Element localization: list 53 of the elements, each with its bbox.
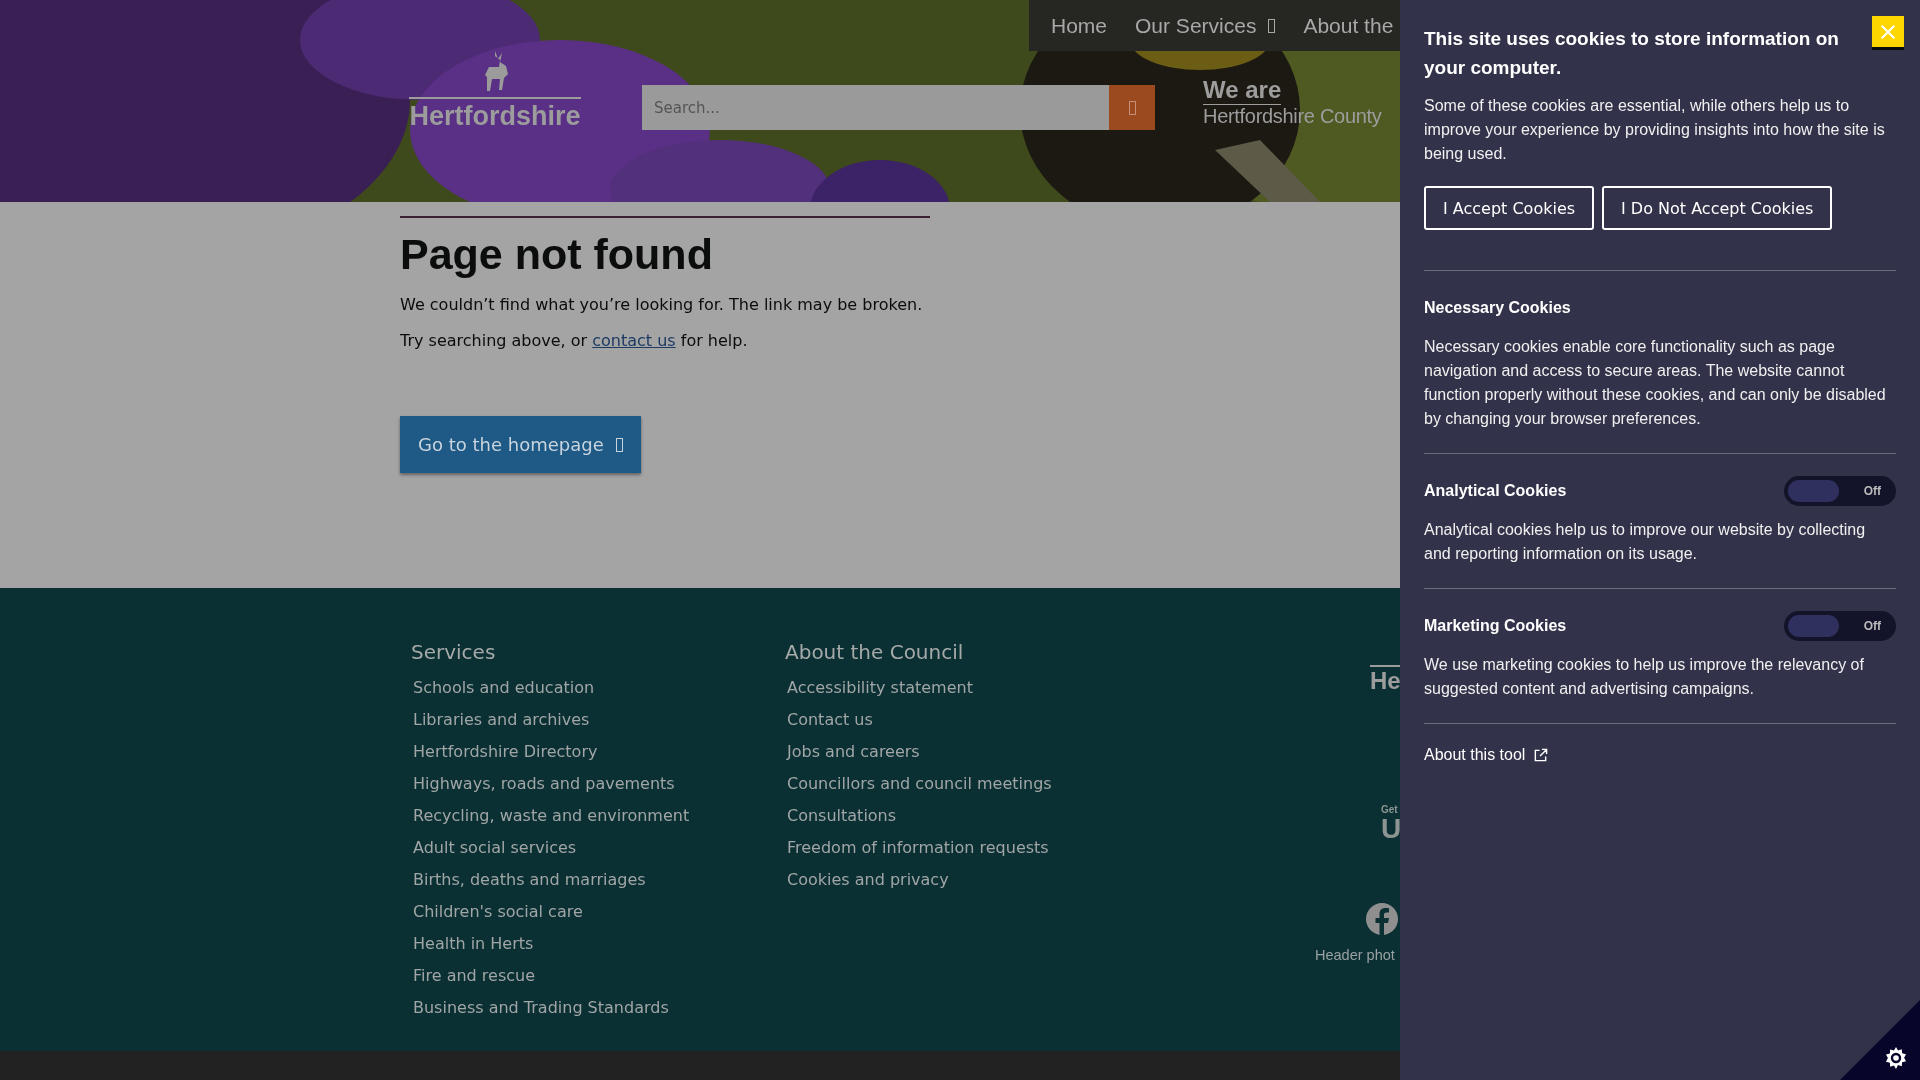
contact-link[interactable]: contact us	[592, 331, 676, 350]
nav-link[interactable]: Home	[1051, 13, 1108, 38]
cookie-button[interactable]: I Accept Cookies	[1424, 186, 1595, 230]
footer-link[interactable]: Adult social services	[413, 832, 785, 864]
panel-title: This site uses cookies to store information on your computer.	[1424, 27, 1840, 80]
settings-icon	[1884, 1046, 1908, 1070]
footer-link[interactable]: Contact us	[787, 704, 1315, 736]
help-text: Try searching above, or contact us for help.	[400, 331, 749, 350]
footer-link[interactable]: Cookies and privacy	[787, 864, 1315, 896]
close-button[interactable]	[1872, 16, 1904, 50]
external-link-icon	[1533, 747, 1549, 763]
nav-link[interactable]: Our Services	[1135, 13, 1276, 38]
footer-link[interactable]: Accessibility statement	[787, 672, 1315, 704]
footer-link[interactable]: Freedom of information requests	[787, 832, 1315, 864]
intro-text: Some of these cookies are essential, while others help us to improve your experience by providing insights into how the site is being used.	[1424, 96, 1886, 164]
footer-link[interactable]: Recycling, waste and environment	[413, 800, 785, 832]
footer-link[interactable]: Schools and education	[413, 672, 785, 704]
search-field[interactable]: Search...	[642, 85, 1109, 130]
footer-heading: About the Council	[785, 640, 965, 664]
section-text: We use marketing cookies to help us improve the relevancy of suggested content and advertising campaigns.	[1424, 655, 1865, 699]
footer-link[interactable]: Councillors and council meetings	[787, 768, 1315, 800]
facebook-icon[interactable]	[1366, 903, 1398, 935]
footer-link[interactable]: Libraries and archives	[413, 704, 785, 736]
about-link[interactable]: About this tool	[1424, 746, 1549, 764]
close-icon	[1879, 22, 1897, 41]
nav-link[interactable]: About the	[1303, 13, 1394, 38]
footer-link[interactable]: Consultations	[787, 800, 1315, 832]
footer-link[interactable]: Highways, roads and pavements	[413, 768, 785, 800]
homepage-button[interactable]: Go to the homepage	[400, 416, 641, 473]
cookie-button[interactable]: I Do Not Accept Cookies	[1602, 186, 1833, 230]
footer-link[interactable]: Business and Trading Standards	[413, 992, 785, 1024]
footer-link[interactable]: Children's social care	[413, 896, 785, 928]
footer-link[interactable]: Jobs and careers	[787, 736, 1315, 768]
footer-heading: Services	[411, 640, 497, 664]
section-title: Analytical Cookies	[1424, 482, 1567, 500]
toggle-switch[interactable]: Off	[1784, 611, 1896, 641]
message-text: We couldn’t find what you’re looking for. The link may be broken.	[400, 295, 924, 314]
footer-link[interactable]: Health in Herts	[413, 928, 785, 960]
footer-link[interactable]: Fire and rescue	[413, 960, 785, 992]
section-title: Marketing Cookies	[1424, 617, 1567, 635]
credit-text: Header phot	[1315, 947, 1395, 963]
tagline-text: We are	[1203, 76, 1282, 105]
footer-link[interactable]: Births, deaths and marriages	[413, 864, 785, 896]
toggle-switch[interactable]: Off	[1784, 476, 1896, 506]
logo-text: Hertfordshire	[409, 97, 581, 132]
footer-link[interactable]: Hertfordshire Directory	[413, 736, 785, 768]
app-logo-text: U	[1381, 815, 1402, 843]
section-text: Necessary cookies enable core functionality such as page navigation and access to secure areas. The website cannot function properly without these cookies, and can only be disabled by changing your browser preferences.	[1424, 337, 1887, 429]
tagline-text: Hertfordshire County	[1203, 105, 1382, 128]
app-logo-text: Get	[1381, 805, 1399, 815]
section-text: Analytical cookies help us to improve our website by collecting and reporting information on its usage.	[1424, 520, 1867, 564]
page-title: Page not found	[400, 230, 714, 279]
section-title: Necessary Cookies	[1424, 299, 1571, 317]
